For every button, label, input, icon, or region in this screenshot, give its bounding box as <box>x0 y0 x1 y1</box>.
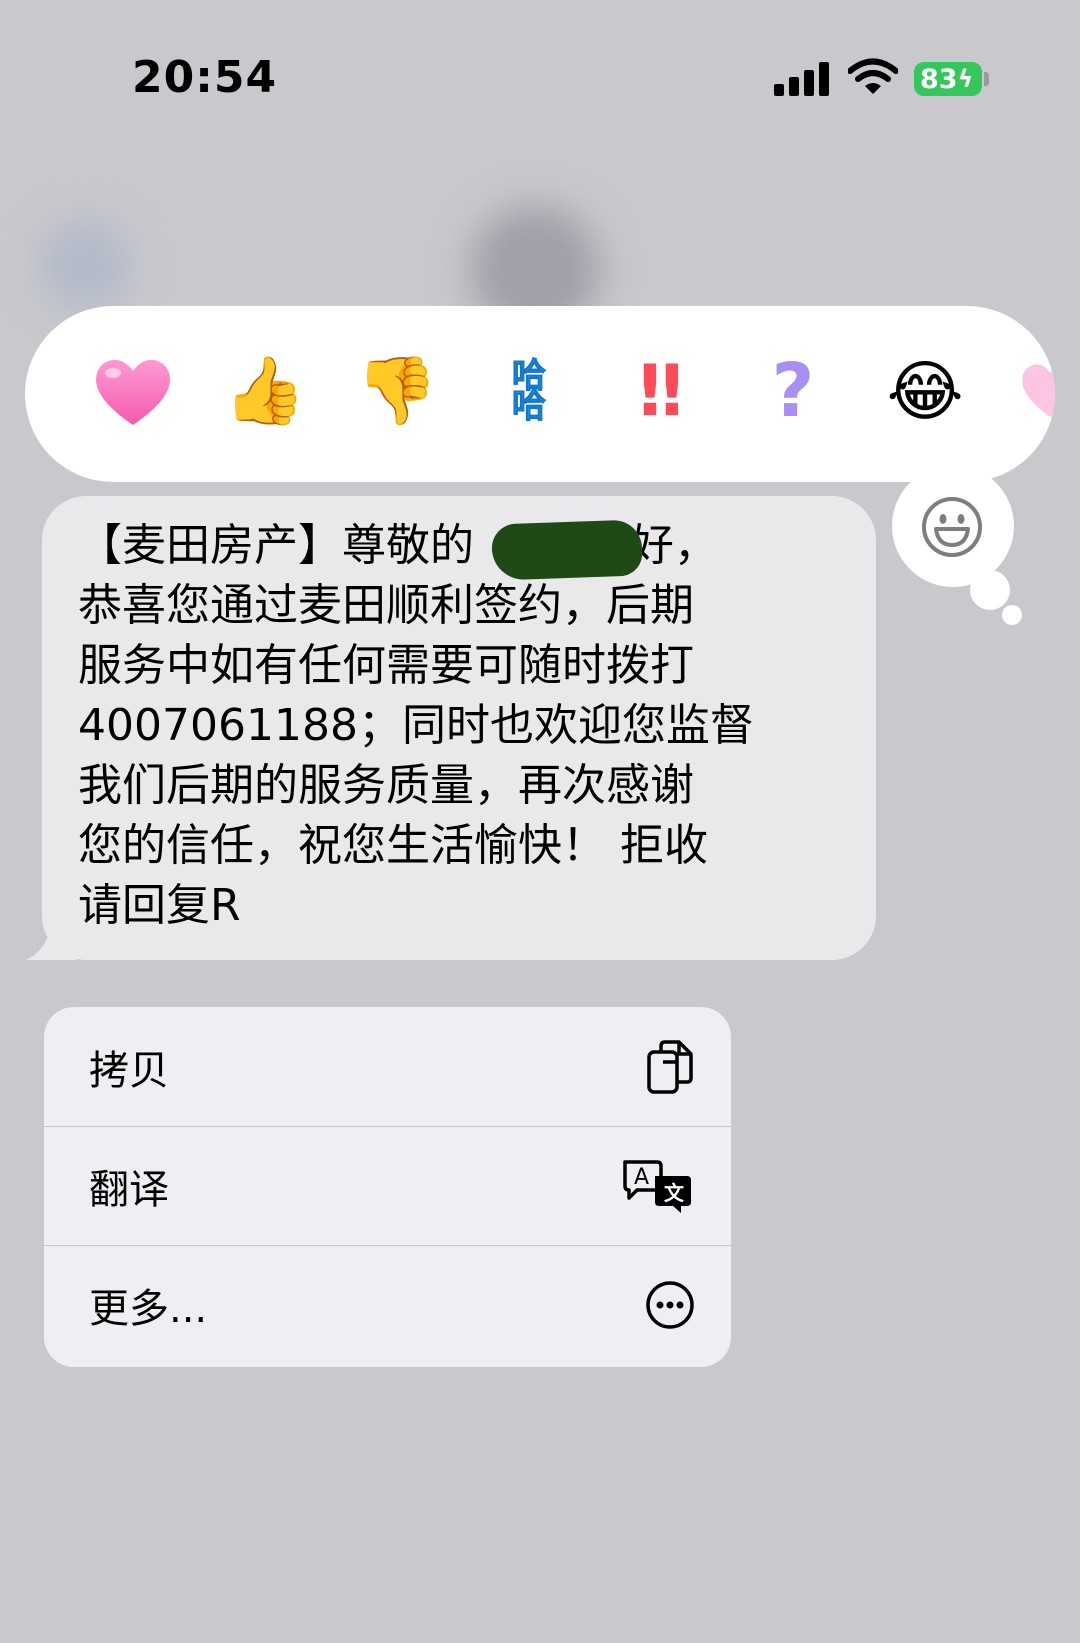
context-menu: 拷贝 翻译 A 文 更多... <box>44 1007 731 1367</box>
status-time: 20:54 <box>132 52 278 103</box>
question-reaction-icon[interactable]: ? <box>743 341 843 441</box>
redaction-scribble <box>491 519 643 581</box>
exclamation-reaction-icon[interactable]: ‼ <box>611 341 711 441</box>
heart-reaction-icon[interactable] <box>83 341 183 441</box>
copy-icon <box>647 1039 693 1094</box>
menu-item-label: 拷贝 <box>89 1047 169 1094</box>
battery-cap <box>984 72 989 86</box>
more-icon <box>646 1281 694 1329</box>
emoji-bubble-tail <box>1002 605 1022 625</box>
cellular-signal-icon <box>774 62 829 96</box>
menu-item-translate[interactable]: 翻译 A 文 <box>44 1126 731 1245</box>
menu-item-more[interactable]: 更多... <box>44 1245 731 1364</box>
translate-icon: A 文 <box>623 1160 691 1213</box>
haha-reaction-icon[interactable]: 哈哈 <box>479 341 579 441</box>
charging-bolt-icon: ϟ <box>957 65 974 93</box>
thumbs-down-reaction-icon[interactable]: 👎 <box>347 341 447 441</box>
emoji-bubble-tail <box>970 570 1010 610</box>
message-text: 【麦田房产】尊敬的 您好， 恭喜您通过麦田顺利签约，后期 服务中如有任何需要可随… <box>78 520 754 931</box>
svg-text:文: 文 <box>664 1181 685 1205</box>
wifi-icon <box>848 58 898 94</box>
partial-heart-reaction-icon <box>1000 341 1055 441</box>
menu-item-label: 翻译 <box>89 1167 169 1213</box>
smiley-add-reaction-icon[interactable] <box>920 495 984 559</box>
battery-level: 83 <box>920 63 958 95</box>
thumbs-up-reaction-icon[interactable]: 👍 <box>215 341 315 441</box>
message-bubble[interactable]: 【麦田房产】尊敬的 您好， 恭喜您通过麦田顺利签约，后期 服务中如有任何需要可随… <box>42 496 876 960</box>
background-blur-avatar <box>40 220 130 310</box>
menu-item-copy[interactable]: 拷贝 <box>44 1007 731 1126</box>
menu-item-label: 更多... <box>89 1286 208 1332</box>
tears-of-joy-reaction-icon[interactable]: 😂 <box>875 341 975 441</box>
battery-indicator: 83 ϟ <box>914 62 982 96</box>
svg-text:A: A <box>634 1165 649 1190</box>
reaction-bar: 👍 👎 哈哈 ‼ ? 😂 <box>25 306 1055 482</box>
